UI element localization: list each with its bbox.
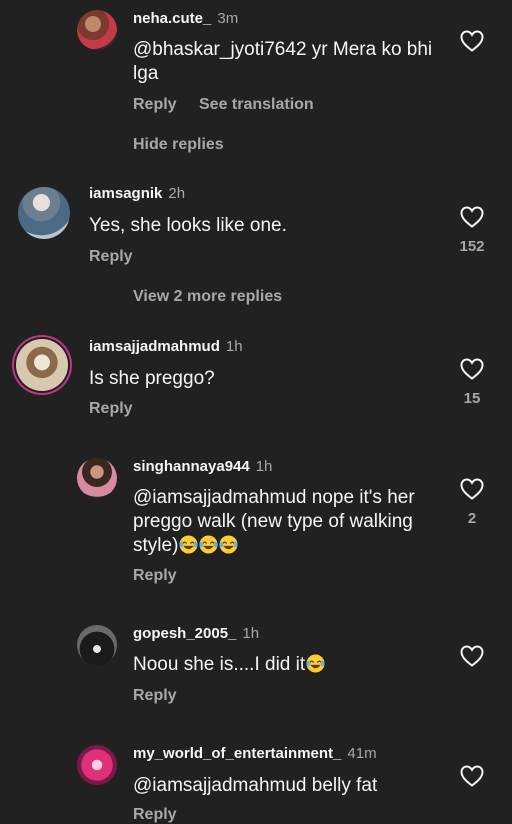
comment-text: @bhaskar_jyoti7642 yr Mera ko bhi lga [133,39,433,84]
avatar[interactable] [18,187,70,239]
view-more-replies-button[interactable]: View 2 more replies [133,288,282,306]
like-count: 152 [459,238,485,255]
comment-time: 41m [347,745,377,762]
heart-outline-icon[interactable] [460,765,484,787]
reply-button[interactable]: Reply [133,96,177,114]
hide-replies-button[interactable]: Hide replies [133,136,224,154]
heart-outline-icon[interactable] [460,478,484,500]
comment-username[interactable]: gopesh_2005_ 1h [133,625,259,642]
comment-text: Is she preggo? [89,368,215,389]
avatar[interactable] [77,458,117,498]
comment-username[interactable]: neha.cute_ 3m [133,10,238,27]
avatar[interactable] [77,10,117,50]
reply-button[interactable]: Reply [89,400,133,418]
avatar[interactable] [16,339,68,391]
like-count: 15 [463,390,481,407]
comment-text: Yes, she looks like one. [89,215,287,236]
comment-username[interactable]: singhannaya944 1h [133,458,272,475]
reply-button[interactable]: Reply [133,567,177,585]
heart-outline-icon[interactable] [460,645,484,667]
comment-time: 1h [255,458,273,475]
comment-text: @iamsajjadmahmud belly fat [133,775,378,796]
comment-time: 3m [217,10,239,27]
reply-button[interactable]: Reply [133,806,177,824]
comment-text: @iamsajjadmahmud nope it's her preggo wa… [133,487,415,556]
avatar[interactable] [77,625,117,665]
laughing-tears-emoji [178,535,238,556]
comment-username[interactable]: iamsajjadmahmud 1h [89,338,243,355]
reply-button[interactable]: Reply [133,687,177,705]
comment-time: 1h [242,625,260,642]
avatar[interactable] [77,745,117,785]
comment-time: 2h [168,185,186,202]
heart-outline-icon[interactable] [460,358,484,380]
comment-time: 1h [225,338,243,355]
reply-button[interactable]: Reply [89,248,133,266]
see-translation-button[interactable]: See translation [199,96,314,114]
comment-text: Noou she is....I did it [133,653,438,677]
comment-username[interactable]: iamsagnik 2h [89,185,185,202]
like-count: 2 [467,510,477,527]
heart-outline-icon[interactable] [460,30,484,52]
heart-outline-icon[interactable] [460,206,484,228]
laughing-tears-emoji [305,654,325,675]
comment-username[interactable]: my_world_of_entertainment_ 41m [133,745,377,762]
